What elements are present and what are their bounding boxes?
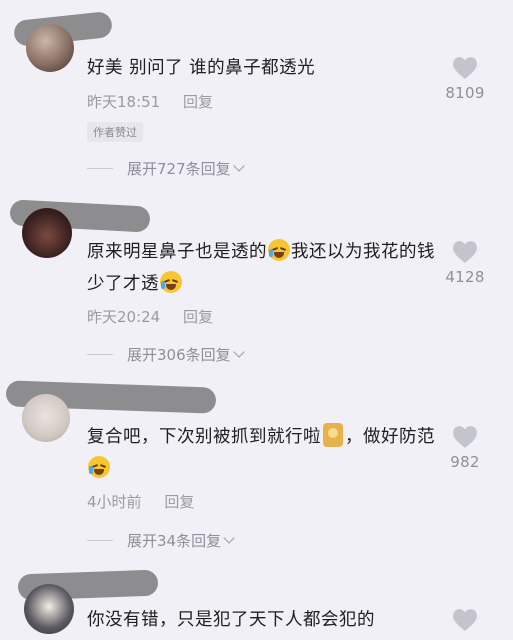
comment-text: 复合吧，下次别被抓到就行啦 ，做好防范 xyxy=(87,421,447,485)
like-count: 4128 xyxy=(445,268,485,286)
expand-replies-label: 展开727条回复 xyxy=(127,160,231,178)
divider-line xyxy=(87,354,113,355)
avatar[interactable] xyxy=(24,584,74,634)
comment-text: 原来明星鼻子也是透的 我还以为我花的钱少了才透 xyxy=(87,236,447,300)
reply-button[interactable]: 回复 xyxy=(183,308,213,326)
comment-text-part1: 原来明星鼻子也是透的 xyxy=(87,242,267,262)
chevron-down-icon xyxy=(232,345,245,358)
comment-text-part1: 复合吧，下次别被抓到就行啦 xyxy=(87,427,321,447)
comment-meta: 昨天18:51 回复 xyxy=(87,91,213,112)
like-button[interactable]: 4128 xyxy=(435,240,495,286)
like-count: 8109 xyxy=(445,84,485,102)
like-button[interactable] xyxy=(435,608,495,632)
chevron-down-icon xyxy=(223,531,235,544)
expand-replies-button[interactable]: 展开34条回复 xyxy=(87,530,235,551)
reply-button[interactable]: 回复 xyxy=(164,493,194,511)
heart-icon xyxy=(453,609,477,631)
like-count: 982 xyxy=(450,453,480,471)
expand-replies-button[interactable]: 展开727条回复 xyxy=(87,158,245,179)
reply-button[interactable]: 回复 xyxy=(183,93,213,111)
expand-replies-label: 展开34条回复 xyxy=(127,532,222,550)
divider-line xyxy=(87,168,113,169)
laugh-cry-emoji-icon xyxy=(268,239,290,261)
comment-text: 好美 别问了 谁的鼻子都透光 xyxy=(87,58,316,78)
expand-replies-button[interactable]: 展开306条回复 xyxy=(87,344,245,365)
avatar[interactable] xyxy=(26,24,74,72)
comment-time: 昨天20:24 xyxy=(87,308,161,326)
divider-line xyxy=(87,540,113,541)
comment-time: 昨天18:51 xyxy=(87,93,161,111)
laugh-cry-emoji-icon xyxy=(160,271,182,293)
comment-time: 4小时前 xyxy=(87,493,142,511)
expand-replies-label: 展开306条回复 xyxy=(127,346,231,364)
comment-text-part2: ，做好防范 xyxy=(345,427,435,447)
comment-meta: 昨天20:24 回复 xyxy=(87,306,213,327)
comment-list: 好美 别问了 谁的鼻子都透光 昨天18:51 回复 作者赞过 展开727条回复 … xyxy=(0,0,513,640)
author-liked-badge: 作者赞过 xyxy=(87,122,143,142)
comment-meta: 4小时前 回复 xyxy=(87,491,194,512)
like-button[interactable]: 982 xyxy=(435,425,495,471)
chevron-down-icon xyxy=(232,159,245,172)
avatar[interactable] xyxy=(22,394,70,442)
laugh-cry-emoji-icon xyxy=(88,456,110,478)
avatar[interactable] xyxy=(22,208,72,258)
heart-icon xyxy=(453,426,477,448)
comment-text: 你没有错，只是犯了天下人都会犯的 xyxy=(87,610,375,630)
like-button[interactable]: 8109 xyxy=(435,56,495,102)
heart-icon xyxy=(453,241,477,263)
sticker-icon xyxy=(323,423,343,447)
heart-icon xyxy=(453,57,477,79)
